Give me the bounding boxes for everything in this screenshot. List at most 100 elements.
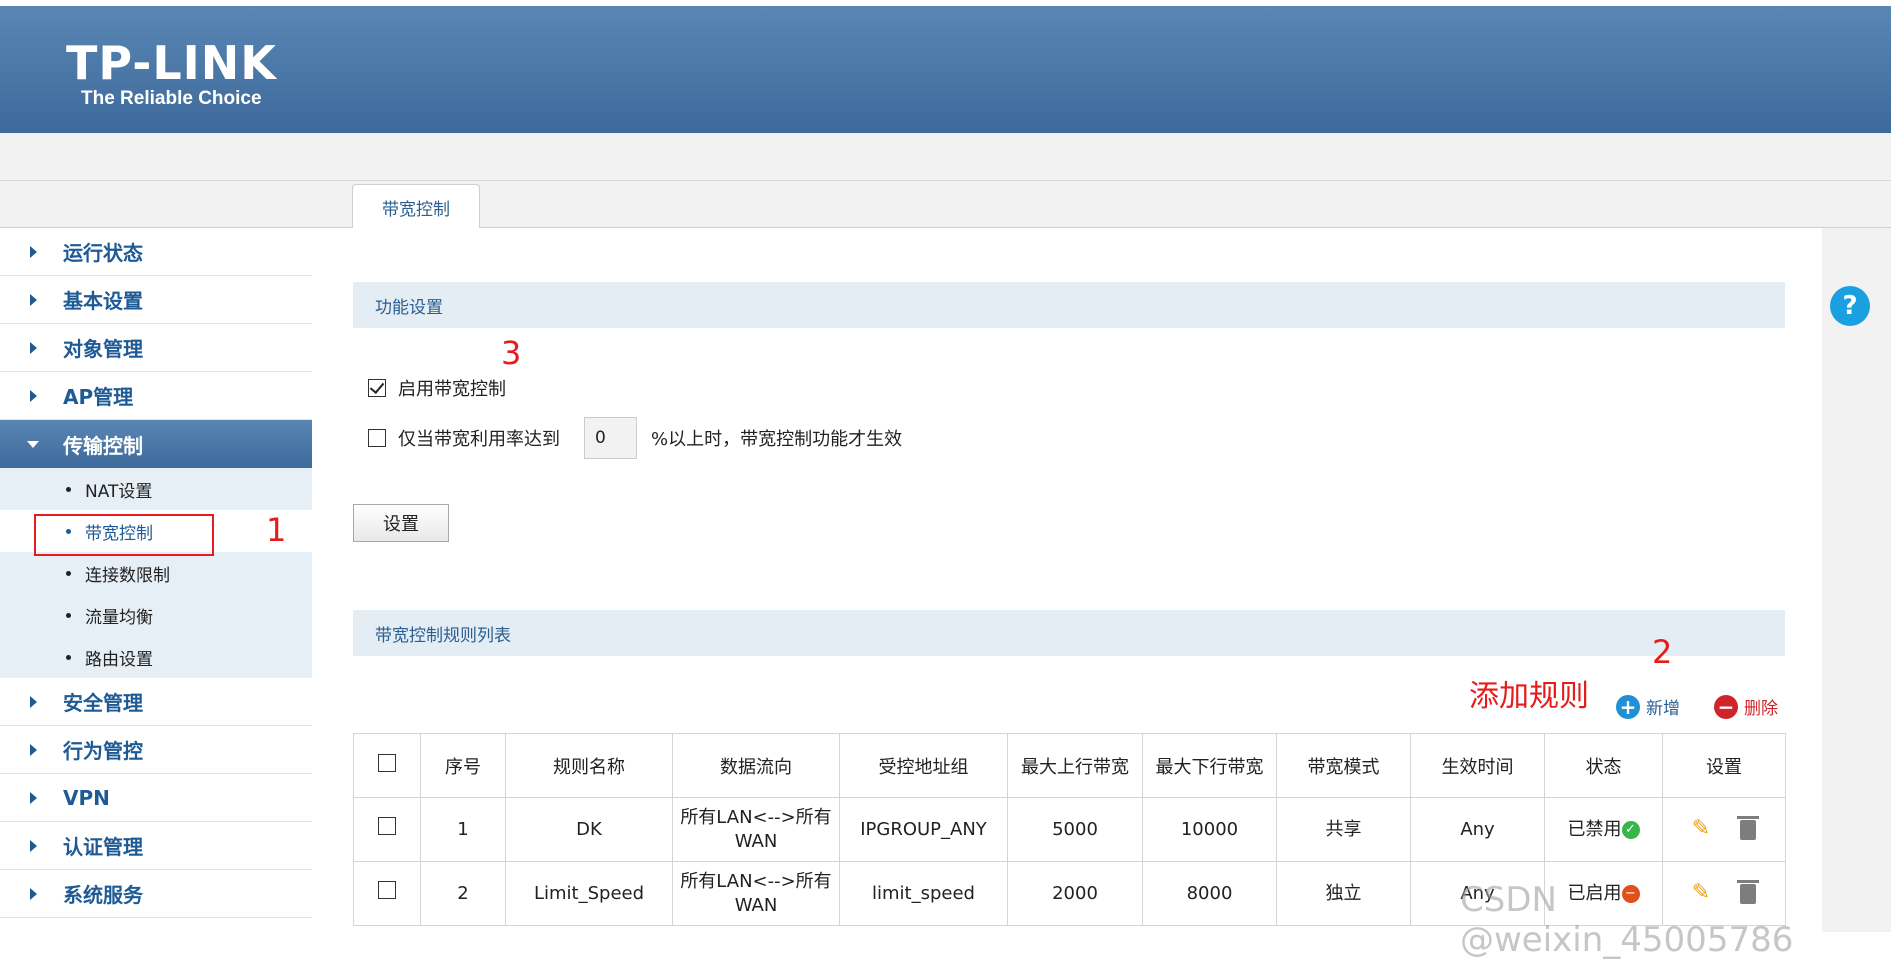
cell-no: 1: [420, 797, 506, 862]
header-cell: 带宽模式: [1276, 733, 1411, 798]
threshold-checkbox[interactable]: [368, 429, 386, 447]
settings-button[interactable]: 设置: [353, 504, 449, 542]
header-cell: 受控地址组: [839, 733, 1008, 798]
sidebar-item-security[interactable]: 安全管理: [0, 678, 312, 726]
threshold-label: 仅当带宽利用率达到: [398, 429, 560, 450]
cell-actions: ✎: [1662, 797, 1786, 862]
sidebar-item-vpn[interactable]: VPN: [0, 774, 312, 822]
cell-name: DK: [505, 797, 673, 862]
sidebar-subitem-routing[interactable]: 路由设置: [0, 636, 312, 678]
cell-group: limit_speed: [839, 861, 1008, 926]
cell-status[interactable]: 已禁用 ✓: [1544, 797, 1663, 862]
plus-circle-icon: +: [1616, 694, 1640, 719]
select-all-checkbox[interactable]: [378, 754, 396, 772]
sidebar-subitem-nat[interactable]: NAT设置: [0, 468, 312, 510]
annotation-3: 3: [501, 334, 522, 372]
annotation-1: 1: [266, 511, 287, 549]
delete-rule-button[interactable]: − 删除: [1714, 694, 1778, 719]
threshold-input[interactable]: 0: [584, 417, 637, 459]
sidebar-item-label: 运行状态: [63, 241, 143, 265]
sidebar-item-label: 对象管理: [63, 337, 143, 361]
header-cell: 序号: [420, 733, 506, 798]
enable-bandwidth-checkbox[interactable]: [368, 379, 386, 397]
sidebar-item-auth[interactable]: 认证管理: [0, 822, 312, 870]
sub-bar: [0, 133, 1891, 181]
delete-label: 删除: [1744, 699, 1778, 719]
caret-right-icon: [30, 791, 37, 804]
sidebar-item-ap[interactable]: AP管理: [0, 372, 312, 420]
sidebar-item-label: 传输控制: [63, 433, 143, 458]
bullet-icon: [66, 486, 71, 492]
cell-down: 8000: [1142, 861, 1277, 926]
help-icon[interactable]: ?: [1830, 286, 1870, 326]
cell-flow: 所有LAN<-->所有WAN: [672, 861, 840, 926]
table-header-row: 序号 规则名称 数据流向 受控地址组 最大上行带宽 最大下行带宽 带宽模式 生效…: [353, 733, 1786, 798]
sidebar-subitem-connlimit[interactable]: 连接数限制: [0, 552, 312, 594]
row-select: [353, 861, 421, 926]
bullet-icon: [66, 570, 71, 576]
section-function-settings: 功能设置: [353, 282, 1785, 328]
header: TP-LINK The Reliable Choice: [0, 0, 1891, 133]
right-gutter: [1822, 228, 1891, 932]
cell-group: IPGROUP_ANY: [839, 797, 1008, 862]
sidebar-item-label: 行为管控: [63, 739, 143, 763]
sidebar-item-behavior[interactable]: 行为管控: [0, 726, 312, 774]
sidebar-item-label: VPN: [63, 785, 110, 810]
caret-right-icon: [30, 743, 37, 756]
caret-right-icon: [30, 245, 37, 258]
sidebar-item-objects[interactable]: 对象管理: [0, 324, 312, 372]
row-select: [353, 797, 421, 862]
annotation-add-rule: 添加规则: [1469, 679, 1589, 714]
sidebar-item-label: 认证管理: [63, 835, 143, 859]
sidebar-subitem-balance[interactable]: 流量均衡: [0, 594, 312, 636]
sidebar-item-basic[interactable]: 基本设置: [0, 276, 312, 324]
cell-name: Limit_Speed: [505, 861, 673, 926]
header-cell: 状态: [1544, 733, 1663, 798]
sidebar: 运行状态 基本设置 对象管理 AP管理 传输控制 NAT设置 带宽控制 连接数限…: [0, 228, 312, 932]
sidebar-subitem-label: 连接数限制: [85, 565, 170, 586]
pencil-icon[interactable]: ✎: [1692, 817, 1710, 841]
tab-bandwidth-control[interactable]: 带宽控制: [352, 184, 480, 229]
sidebar-subitem-label: 路由设置: [85, 649, 153, 670]
annotation-box-1: [34, 514, 214, 556]
header-cell: 最大上行带宽: [1007, 733, 1143, 798]
row-checkbox[interactable]: [378, 881, 396, 899]
sidebar-item-label: 系统服务: [63, 883, 143, 907]
logo-main: TP-LINK: [66, 36, 277, 90]
caret-right-icon: [30, 839, 37, 852]
bullet-icon: [66, 612, 71, 618]
add-rule-button[interactable]: + 新增: [1616, 694, 1680, 719]
watermark-text: CSDN @weixin_45005786: [1460, 880, 1794, 960]
header-cell: 规则名称: [505, 733, 673, 798]
enable-bandwidth-label: 启用带宽控制: [398, 379, 506, 400]
sidebar-item-system[interactable]: 系统服务: [0, 870, 312, 918]
header-cell: 生效时间: [1410, 733, 1545, 798]
sidebar-item-label: 安全管理: [63, 691, 143, 715]
tp-link-logo: TP-LINK The Reliable Choice: [66, 36, 277, 110]
enable-row: 启用带宽控制: [368, 375, 506, 401]
bullet-icon: [66, 654, 71, 660]
row-checkbox[interactable]: [378, 817, 396, 835]
add-label: 新增: [1646, 699, 1680, 719]
sidebar-item-transfer[interactable]: 传输控制: [0, 420, 312, 468]
header-cell: 最大下行带宽: [1142, 733, 1277, 798]
sidebar-item-status[interactable]: 运行状态: [0, 228, 312, 276]
cell-flow: 所有LAN<-->所有WAN: [672, 797, 840, 862]
minus-circle-icon: −: [1714, 694, 1738, 719]
sidebar-item-label: AP管理: [63, 385, 134, 409]
sidebar-submenu: NAT设置 带宽控制 连接数限制 流量均衡 路由设置: [0, 468, 312, 678]
caret-right-icon: [30, 293, 37, 306]
annotation-2: 2: [1652, 633, 1673, 671]
caret-right-icon: [30, 389, 37, 402]
cell-time: Any: [1410, 797, 1545, 862]
cell-down: 10000: [1142, 797, 1277, 862]
sidebar-subitem-label: NAT设置: [85, 481, 153, 502]
cell-no: 2: [420, 861, 506, 926]
caret-right-icon: [30, 887, 37, 900]
caret-right-icon: [30, 695, 37, 708]
cell-mode: 共享: [1276, 797, 1411, 862]
cell-mode: 独立: [1276, 861, 1411, 926]
logo-tagline: The Reliable Choice: [81, 88, 262, 109]
trash-icon[interactable]: [1737, 816, 1760, 840]
sidebar-item-label: 基本设置: [63, 289, 143, 313]
